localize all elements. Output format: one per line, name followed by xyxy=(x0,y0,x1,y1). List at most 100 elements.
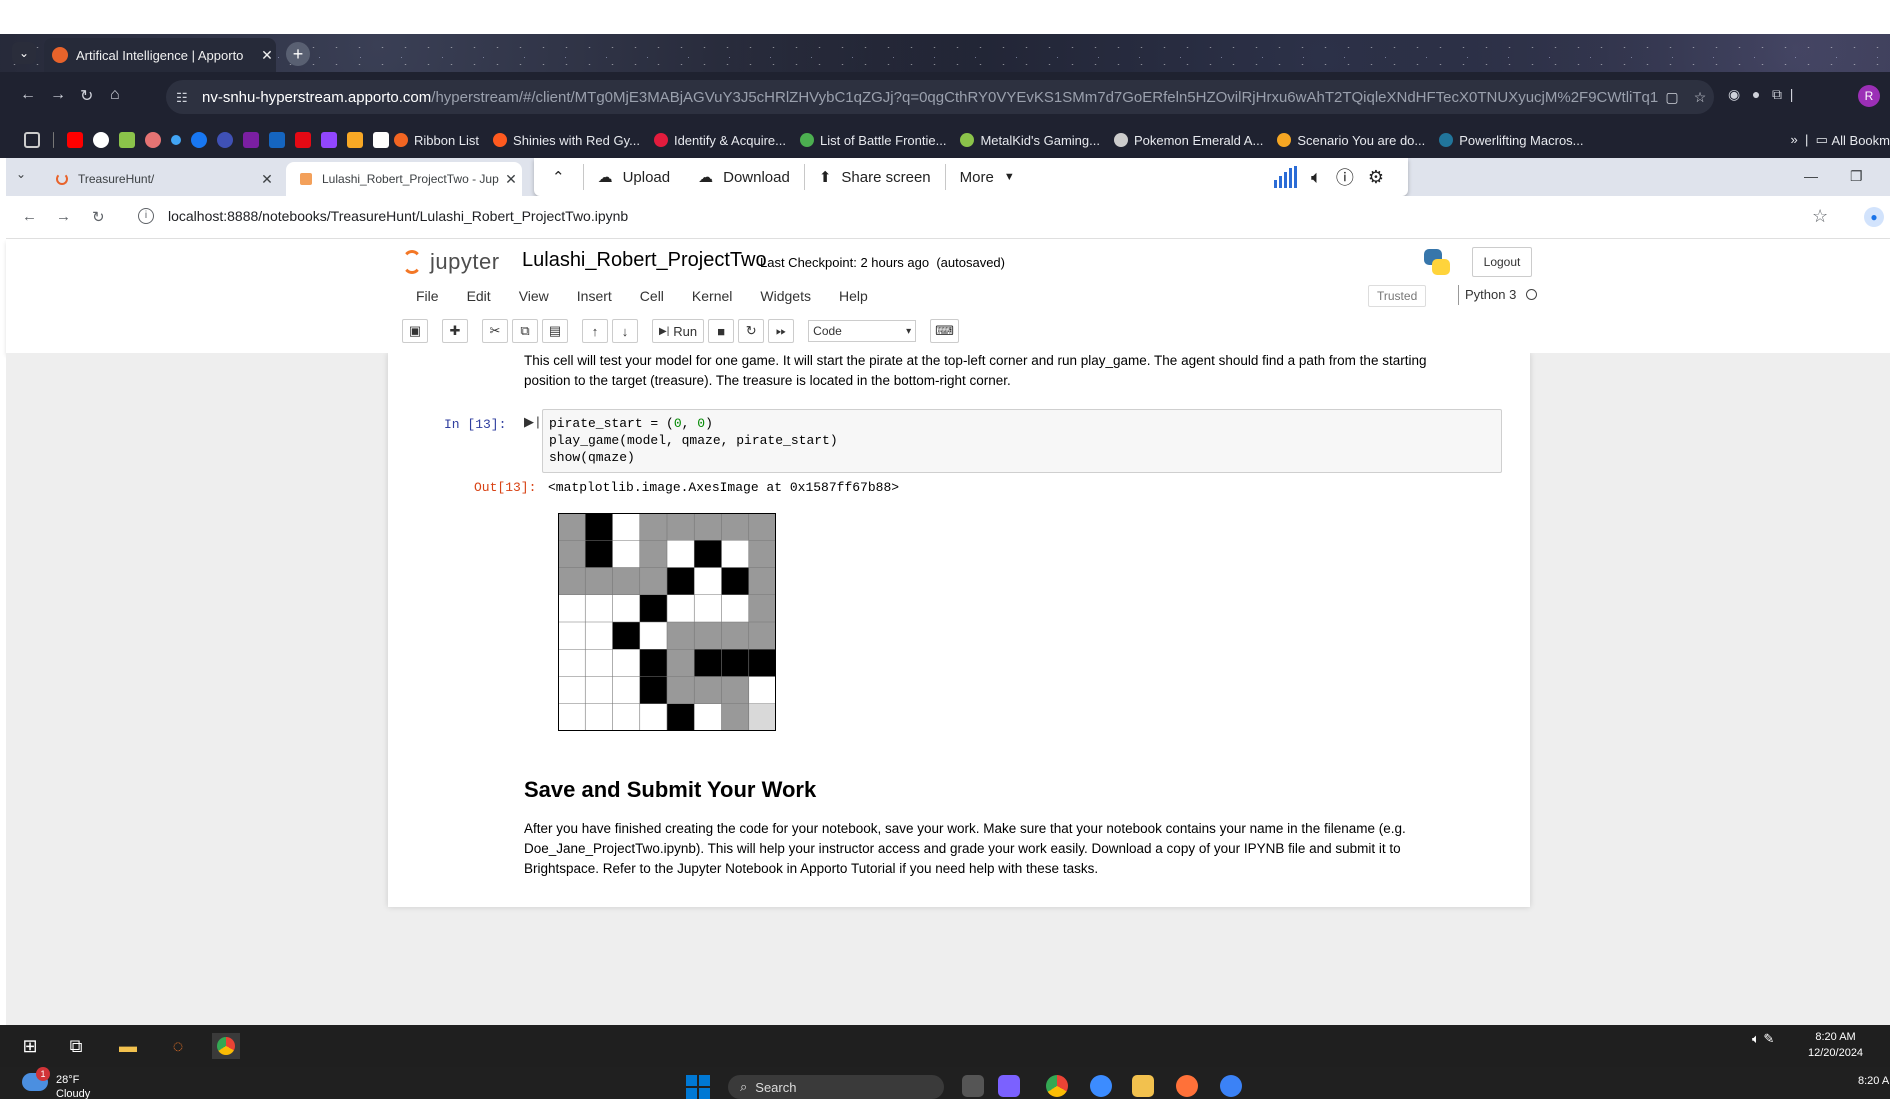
bookmark-ribbon-list[interactable]: Ribbon List xyxy=(394,133,479,148)
file-explorer-icon[interactable]: ▬ xyxy=(114,1033,142,1059)
bookmark-shinies[interactable]: Shinies with Red Gy... xyxy=(493,133,640,148)
reload-icon[interactable]: ↻ xyxy=(92,208,105,226)
trusted-badge[interactable]: Trusted xyxy=(1368,285,1427,307)
remote-clock[interactable]: 8:20 AM 12/20/2024 xyxy=(1808,1029,1863,1061)
share-screen-button[interactable]: ⬆ Share screen xyxy=(805,158,945,196)
shield-icon[interactable] xyxy=(269,132,285,148)
more-button[interactable]: More ▼ xyxy=(946,158,1029,196)
cell-type-select[interactable]: Code ▾ xyxy=(808,320,917,342)
back-icon[interactable]: ← xyxy=(22,208,37,225)
volume-icon[interactable]: 🔈︎ xyxy=(1311,167,1322,188)
copy-icon[interactable]: ⧉ xyxy=(512,319,538,343)
stop-icon[interactable]: ■ xyxy=(708,319,735,343)
bookmark-pokemon-emerald[interactable]: Pokemon Emerald A... xyxy=(1113,133,1263,148)
copilot-icon[interactable] xyxy=(998,1075,1020,1097)
cut-icon[interactable]: ✂ xyxy=(482,319,508,343)
bookmark-icon[interactable] xyxy=(243,132,259,148)
bookmark-battle-frontier[interactable]: List of Battle Frontie... xyxy=(799,133,946,148)
taskview-icon[interactable] xyxy=(962,1075,984,1097)
chrome-icon[interactable] xyxy=(212,1033,240,1059)
move-up-icon[interactable]: ↑ xyxy=(582,319,608,343)
extensions-icon[interactable]: ◉ ● ⧉ | xyxy=(1728,86,1793,103)
notebook-title[interactable]: Lulashi_Robert_ProjectTwo xyxy=(522,249,767,272)
bookmark-identify[interactable]: Identify & Acquire... xyxy=(653,133,786,148)
close-icon[interactable]: ✕ xyxy=(256,171,278,188)
firefox-icon[interactable] xyxy=(1176,1075,1198,1097)
account-icon[interactable]: ● xyxy=(1864,207,1884,227)
upload-button[interactable]: ☁ Upload xyxy=(584,158,685,196)
app-icon[interactable] xyxy=(1220,1075,1242,1097)
apps-grid-icon[interactable] xyxy=(24,132,40,148)
home-icon[interactable]: ⌂ xyxy=(110,86,120,104)
tab-search-icon[interactable]: ⌄ xyxy=(12,42,36,64)
run-button[interactable]: ▶| Run xyxy=(652,319,705,343)
all-bookmarks-label[interactable]: All Bookm xyxy=(1831,133,1890,148)
bookmark-powerlifting[interactable]: Powerlifting Macros... xyxy=(1439,133,1584,148)
menu-cell[interactable]: Cell xyxy=(626,288,678,304)
remote-tab-treasurehunt[interactable]: TreasureHunt/ ✕ xyxy=(42,162,278,196)
chrome-icon[interactable] xyxy=(1046,1075,1068,1097)
run-cell-icon[interactable]: ▶| xyxy=(524,415,542,430)
bookmark-icon[interactable] xyxy=(171,135,181,145)
site-info-icon[interactable]: i xyxy=(138,208,154,224)
local-clock[interactable]: 8:20 A xyxy=(1858,1075,1889,1087)
netflix-icon[interactable] xyxy=(295,132,311,148)
menu-insert[interactable]: Insert xyxy=(563,288,626,304)
paste-icon[interactable]: ▤ xyxy=(542,319,568,343)
settings-gear-icon[interactable]: ⚙ xyxy=(1368,167,1384,188)
task-view-icon[interactable]: ⧉ xyxy=(62,1033,90,1059)
download-button[interactable]: ☁ Download xyxy=(684,158,804,196)
move-down-icon[interactable]: ↓ xyxy=(612,319,638,343)
globe-icon[interactable] xyxy=(217,132,233,148)
code-cell-input[interactable]: pirate_start = (0, 0) play_game(model, q… xyxy=(542,409,1502,473)
google-icon[interactable] xyxy=(93,132,109,148)
back-icon[interactable]: ← xyxy=(20,86,36,104)
amazon-icon[interactable] xyxy=(373,132,389,148)
jupyter-logo[interactable]: jupyter xyxy=(402,249,500,275)
keyboard-icon[interactable]: ⌨ xyxy=(930,319,959,343)
menu-edit[interactable]: Edit xyxy=(453,288,505,304)
logout-button[interactable]: Logout xyxy=(1472,247,1532,277)
new-tab-icon[interactable]: + xyxy=(286,42,310,66)
youtube-icon[interactable] xyxy=(67,132,83,148)
menu-widgets[interactable]: Widgets xyxy=(746,288,825,304)
fast-forward-icon[interactable]: ⏩︎ xyxy=(768,319,795,343)
app-icon[interactable] xyxy=(1090,1075,1112,1097)
bookmark-metalkid[interactable]: MetalKid's Gaming... xyxy=(960,133,1100,148)
file-explorer-icon[interactable] xyxy=(1132,1075,1154,1097)
bookmark-icon[interactable] xyxy=(119,132,135,148)
facebook-icon[interactable] xyxy=(191,132,207,148)
restart-icon[interactable]: ↻ xyxy=(738,319,765,343)
system-tray[interactable]: 🔈︎ ✎ xyxy=(1752,1031,1774,1047)
bookmark-star-icon[interactable]: ☆ xyxy=(1812,206,1828,227)
windows-logo-icon[interactable] xyxy=(686,1075,710,1099)
weather-widget[interactable]: 1 28°F Cloudy xyxy=(22,1067,90,1101)
signal-strength-icon[interactable] xyxy=(1274,166,1298,188)
clipboard-icon[interactable]: ▢ xyxy=(1658,89,1686,106)
bookmark-star-icon[interactable]: ☆ xyxy=(1686,89,1714,106)
twitch-icon[interactable] xyxy=(321,132,337,148)
bookmark-icon[interactable] xyxy=(145,132,161,148)
trophy-icon[interactable] xyxy=(347,132,363,148)
profile-avatar[interactable]: R xyxy=(1858,85,1880,107)
reload-icon[interactable]: ↻ xyxy=(80,86,93,106)
site-settings-icon[interactable]: ☷ xyxy=(176,90,194,105)
windows-start-icon[interactable]: ⊞ xyxy=(16,1033,44,1059)
bookmarks-overflow-icon[interactable]: » | ▭ All Bookm xyxy=(1791,132,1890,148)
menu-view[interactable]: View xyxy=(505,288,563,304)
outer-omnibox[interactable]: ☷ nv-snhu-hyperstream.apporto.com/hypers… xyxy=(166,80,1714,114)
menu-kernel[interactable]: Kernel xyxy=(678,288,746,304)
help-icon[interactable]: ⓘ xyxy=(1336,164,1354,190)
remote-tab-notebook[interactable]: Lulashi_Robert_ProjectTwo - Jup ✕ xyxy=(286,162,522,196)
forward-icon[interactable]: → xyxy=(56,208,71,225)
close-icon[interactable]: ✕ xyxy=(258,47,276,64)
menu-file[interactable]: File xyxy=(402,288,453,304)
save-icon[interactable]: ▣ xyxy=(402,319,428,343)
menu-help[interactable]: Help xyxy=(825,288,882,304)
forward-icon[interactable]: → xyxy=(50,86,66,104)
insert-cell-icon[interactable]: ✚ xyxy=(442,319,468,343)
outer-tab-apporto[interactable]: Artifical Intelligence | Apporto ✕ xyxy=(44,38,276,72)
collapse-chevron-icon[interactable]: ⌃ xyxy=(534,158,583,196)
bookmark-scenario[interactable]: Scenario You are do... xyxy=(1277,133,1425,148)
jupyter-app-icon[interactable]: ◌ xyxy=(164,1033,192,1059)
